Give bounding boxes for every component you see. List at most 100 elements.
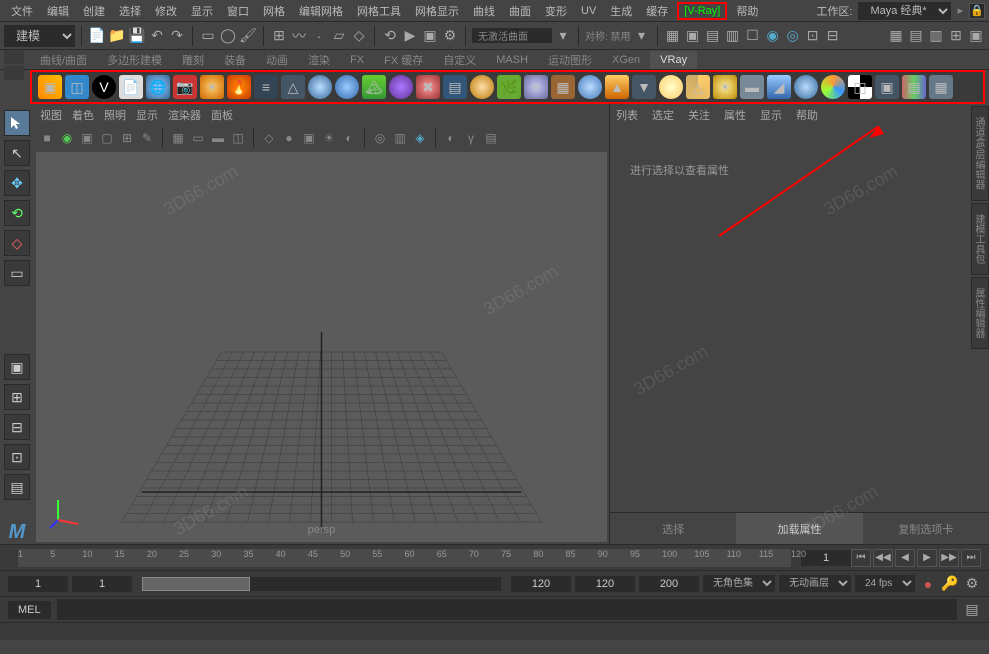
menu-mesh-display[interactable]: 网格显示 bbox=[408, 0, 466, 22]
vray-tool-icon[interactable]: ▦ bbox=[551, 75, 575, 99]
vray-tool-icon[interactable] bbox=[578, 75, 602, 99]
go-to-end-button[interactable]: ⏭ bbox=[961, 549, 981, 567]
perspective-viewport[interactable]: persp bbox=[36, 152, 607, 542]
copy-tab-button[interactable]: 复制选项卡 bbox=[863, 513, 989, 544]
tb-icon-5[interactable]: ☐ bbox=[744, 27, 762, 45]
tb-icon-1[interactable]: ▦ bbox=[664, 27, 682, 45]
vray-tool-icon[interactable] bbox=[794, 75, 818, 99]
menu-display[interactable]: 显示 bbox=[184, 0, 220, 22]
shelf-tab-xgen[interactable]: XGen bbox=[602, 51, 650, 69]
shelf-tab-vray[interactable]: VRay bbox=[650, 51, 697, 69]
move-tool[interactable]: ✥ bbox=[4, 170, 30, 196]
ipr-icon[interactable]: ▣ bbox=[421, 27, 439, 45]
vp-grid-icon[interactable]: ▦ bbox=[169, 129, 187, 147]
lasso-tool-icon[interactable]: ◯ bbox=[219, 27, 237, 45]
layout-two-h[interactable]: ⊟ bbox=[4, 414, 30, 440]
surface-dropdown-icon[interactable]: ▾ bbox=[554, 27, 572, 45]
menu-surfaces[interactable]: 曲面 bbox=[502, 0, 538, 22]
new-scene-icon[interactable]: 📄 bbox=[88, 27, 106, 45]
vray-tool-icon[interactable]: 📄 bbox=[119, 75, 143, 99]
tb-icon-6[interactable]: ◉ bbox=[764, 27, 782, 45]
tb-icon-7[interactable]: ◎ bbox=[784, 27, 802, 45]
shelf-tab-anim[interactable]: 动画 bbox=[256, 49, 298, 71]
shelf-tab-mograph[interactable]: 运动图形 bbox=[538, 49, 602, 71]
snap-plane-icon[interactable]: ▱ bbox=[330, 27, 348, 45]
menu-select[interactable]: 选择 bbox=[112, 0, 148, 22]
vray-tool-icon[interactable]: ◢ bbox=[767, 75, 791, 99]
vray-tool-icon[interactable]: △ bbox=[281, 75, 305, 99]
vp-menu-renderer[interactable]: 渲染器 bbox=[168, 107, 201, 123]
vp-2d-pan-icon[interactable]: ⊞ bbox=[118, 129, 136, 147]
snap-curve-icon[interactable]: 〰 bbox=[290, 27, 308, 45]
active-surface-field[interactable] bbox=[472, 28, 552, 43]
last-tool[interactable]: ▭ bbox=[4, 260, 30, 286]
shelf-tab-mash[interactable]: MASH bbox=[486, 51, 538, 69]
vray-tool-icon[interactable] bbox=[308, 75, 332, 99]
vray-tool-icon[interactable]: ◫ bbox=[848, 75, 872, 99]
vp-menu-panels[interactable]: 面板 bbox=[211, 107, 233, 123]
vp-gate-mask-icon[interactable]: ◫ bbox=[229, 129, 247, 147]
prefs-icon[interactable]: ⚙ bbox=[963, 575, 981, 593]
shelf-tab-sculpt[interactable]: 雕刻 bbox=[172, 49, 214, 71]
layout-four[interactable]: ⊞ bbox=[4, 384, 30, 410]
menu-mesh-tools[interactable]: 网格工具 bbox=[350, 0, 408, 22]
render-icon[interactable]: ▶ bbox=[401, 27, 419, 45]
menu-create[interactable]: 创建 bbox=[76, 0, 112, 22]
vp-lights-icon[interactable]: ☀ bbox=[320, 129, 338, 147]
shelf-tab-render[interactable]: 渲染 bbox=[298, 49, 340, 71]
snap-view-icon[interactable]: ◇ bbox=[350, 27, 368, 45]
vray-tool-icon[interactable]: ▣ bbox=[38, 75, 62, 99]
lock-icon[interactable]: 🔒 bbox=[969, 3, 985, 19]
vp-menu-lighting[interactable]: 照明 bbox=[104, 107, 126, 123]
range-current[interactable] bbox=[639, 576, 699, 592]
vray-tool-icon[interactable]: ▦ bbox=[929, 75, 953, 99]
layout-custom[interactable]: ⊡ bbox=[4, 444, 30, 470]
vp-gamma-icon[interactable]: γ bbox=[462, 129, 480, 147]
timeline[interactable]: 1510152025303540455055606570758085909510… bbox=[0, 544, 989, 570]
select-tool[interactable] bbox=[4, 110, 30, 136]
vray-tool-icon[interactable]: ◫ bbox=[65, 75, 89, 99]
shelf-tab-custom[interactable]: 自定义 bbox=[433, 49, 486, 71]
select-button[interactable]: 选择 bbox=[610, 513, 736, 544]
vp-resolution-icon[interactable]: ▬ bbox=[209, 129, 227, 147]
vray-tool-icon[interactable]: 🌐 bbox=[146, 75, 170, 99]
construction-history-icon[interactable]: ⟲ bbox=[381, 27, 399, 45]
redo-icon[interactable]: ↷ bbox=[168, 27, 186, 45]
save-scene-icon[interactable]: 💾 bbox=[128, 27, 146, 45]
vp-camera-icon[interactable]: ◉ bbox=[58, 129, 76, 147]
menu-window[interactable]: 窗口 bbox=[220, 0, 256, 22]
vray-tool-icon[interactable]: 🌿 bbox=[497, 75, 521, 99]
range-start-outer[interactable] bbox=[8, 576, 68, 592]
vp-shadows-icon[interactable]: ◐ bbox=[340, 129, 358, 147]
outliner-toggle[interactable]: ▤ bbox=[4, 474, 30, 500]
menu-mesh[interactable]: 网格 bbox=[256, 0, 292, 22]
vray-tool-icon[interactable]: ▣ bbox=[875, 75, 899, 99]
go-to-start-button[interactable]: ⏮ bbox=[851, 549, 871, 567]
tb-icon-2[interactable]: ▣ bbox=[684, 27, 702, 45]
play-backward-button[interactable]: ◀ bbox=[895, 549, 915, 567]
vray-tool-icon[interactable] bbox=[821, 75, 845, 99]
range-end-outer[interactable] bbox=[575, 576, 635, 592]
menu-deform[interactable]: 变形 bbox=[538, 0, 574, 22]
vray-tool-icon[interactable]: 🏔 bbox=[362, 75, 386, 99]
step-forward-button[interactable]: ▶▶ bbox=[939, 549, 959, 567]
undo-icon[interactable]: ↶ bbox=[148, 27, 166, 45]
vp-isolate-icon[interactable]: ◎ bbox=[371, 129, 389, 147]
shelf-tab-fxcache[interactable]: FX 缓存 bbox=[374, 49, 433, 71]
menu-uv[interactable]: UV bbox=[574, 2, 603, 20]
vray-tool-icon[interactable]: ▼ bbox=[632, 75, 656, 99]
vp-view-transform-icon[interactable]: ▤ bbox=[482, 129, 500, 147]
vtab-modeling-toolkit[interactable]: 建模工具包 bbox=[971, 203, 989, 275]
vp-film-gate-icon[interactable]: ▭ bbox=[189, 129, 207, 147]
open-scene-icon[interactable]: 📁 bbox=[108, 27, 126, 45]
layout-icon-5[interactable]: ▣ bbox=[967, 27, 985, 45]
vp-wireframe-icon[interactable]: ◇ bbox=[260, 129, 278, 147]
vp-menu-view[interactable]: 视图 bbox=[40, 107, 62, 123]
menu-file[interactable]: 文件 bbox=[4, 0, 40, 22]
play-forward-button[interactable]: ▶ bbox=[917, 549, 937, 567]
select-tool-icon[interactable]: ▭ bbox=[199, 27, 217, 45]
mode-selector[interactable]: 建模 bbox=[4, 25, 75, 47]
layout-icon-2[interactable]: ▤ bbox=[907, 27, 925, 45]
vp-menu-show[interactable]: 显示 bbox=[136, 107, 158, 123]
vray-tool-icon[interactable]: ▬ bbox=[740, 75, 764, 99]
